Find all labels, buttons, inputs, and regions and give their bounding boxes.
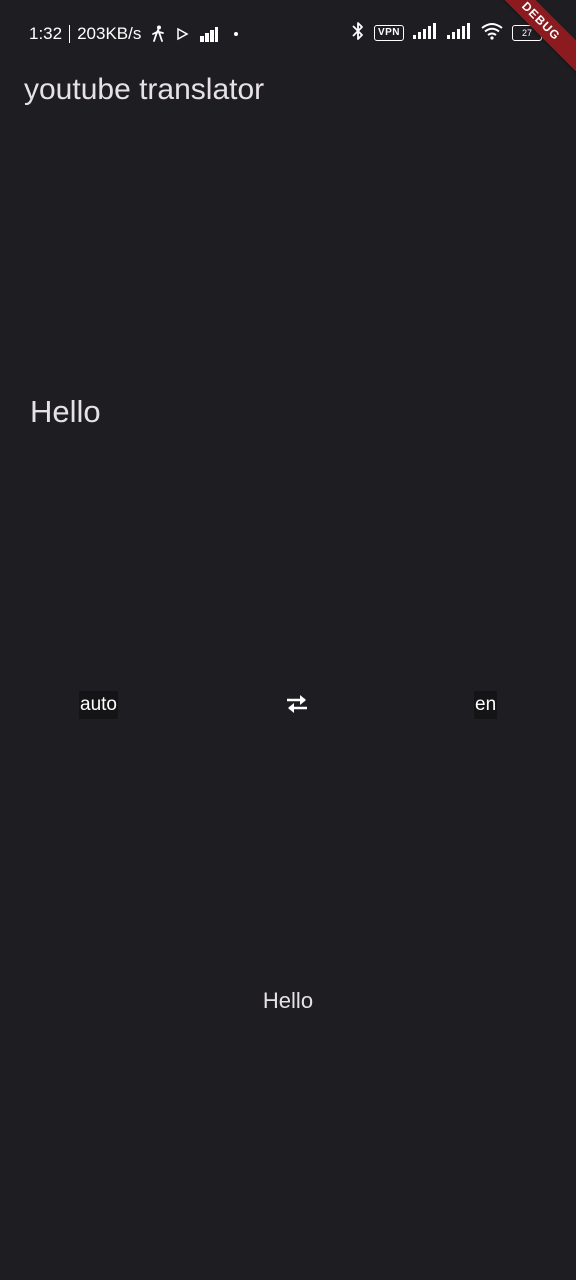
play-store-icon	[175, 27, 189, 41]
notification-dot-icon	[233, 31, 239, 37]
vpn-badge: VPN	[373, 25, 404, 41]
status-left: 1:32 203KB/s	[29, 22, 239, 46]
status-right: VPN 27	[350, 20, 545, 47]
language-selector-row: auto en	[0, 688, 576, 724]
status-separator	[69, 25, 71, 43]
source-text-input[interactable]	[30, 390, 530, 434]
bluetooth-icon	[350, 20, 366, 47]
cell-signal-2-icon	[446, 22, 472, 44]
cell-signal-1-icon	[412, 22, 438, 44]
walking-icon	[151, 25, 165, 43]
app-bar-title: youtube translator	[24, 73, 265, 106]
source-language-button[interactable]: auto	[79, 691, 118, 719]
status-network-speed: 203KB/s	[77, 24, 142, 43]
swap-horiz-icon	[283, 692, 311, 721]
status-time: 1:32	[29, 24, 63, 43]
status-bar: 1:32 203KB/s VPN 27	[0, 0, 576, 66]
wifi-icon	[480, 22, 504, 45]
translated-text: Hello	[262, 988, 314, 1013]
swap-languages-button[interactable]	[282, 692, 312, 720]
target-language-button[interactable]: en	[474, 691, 498, 719]
data-bars-icon	[199, 26, 219, 42]
